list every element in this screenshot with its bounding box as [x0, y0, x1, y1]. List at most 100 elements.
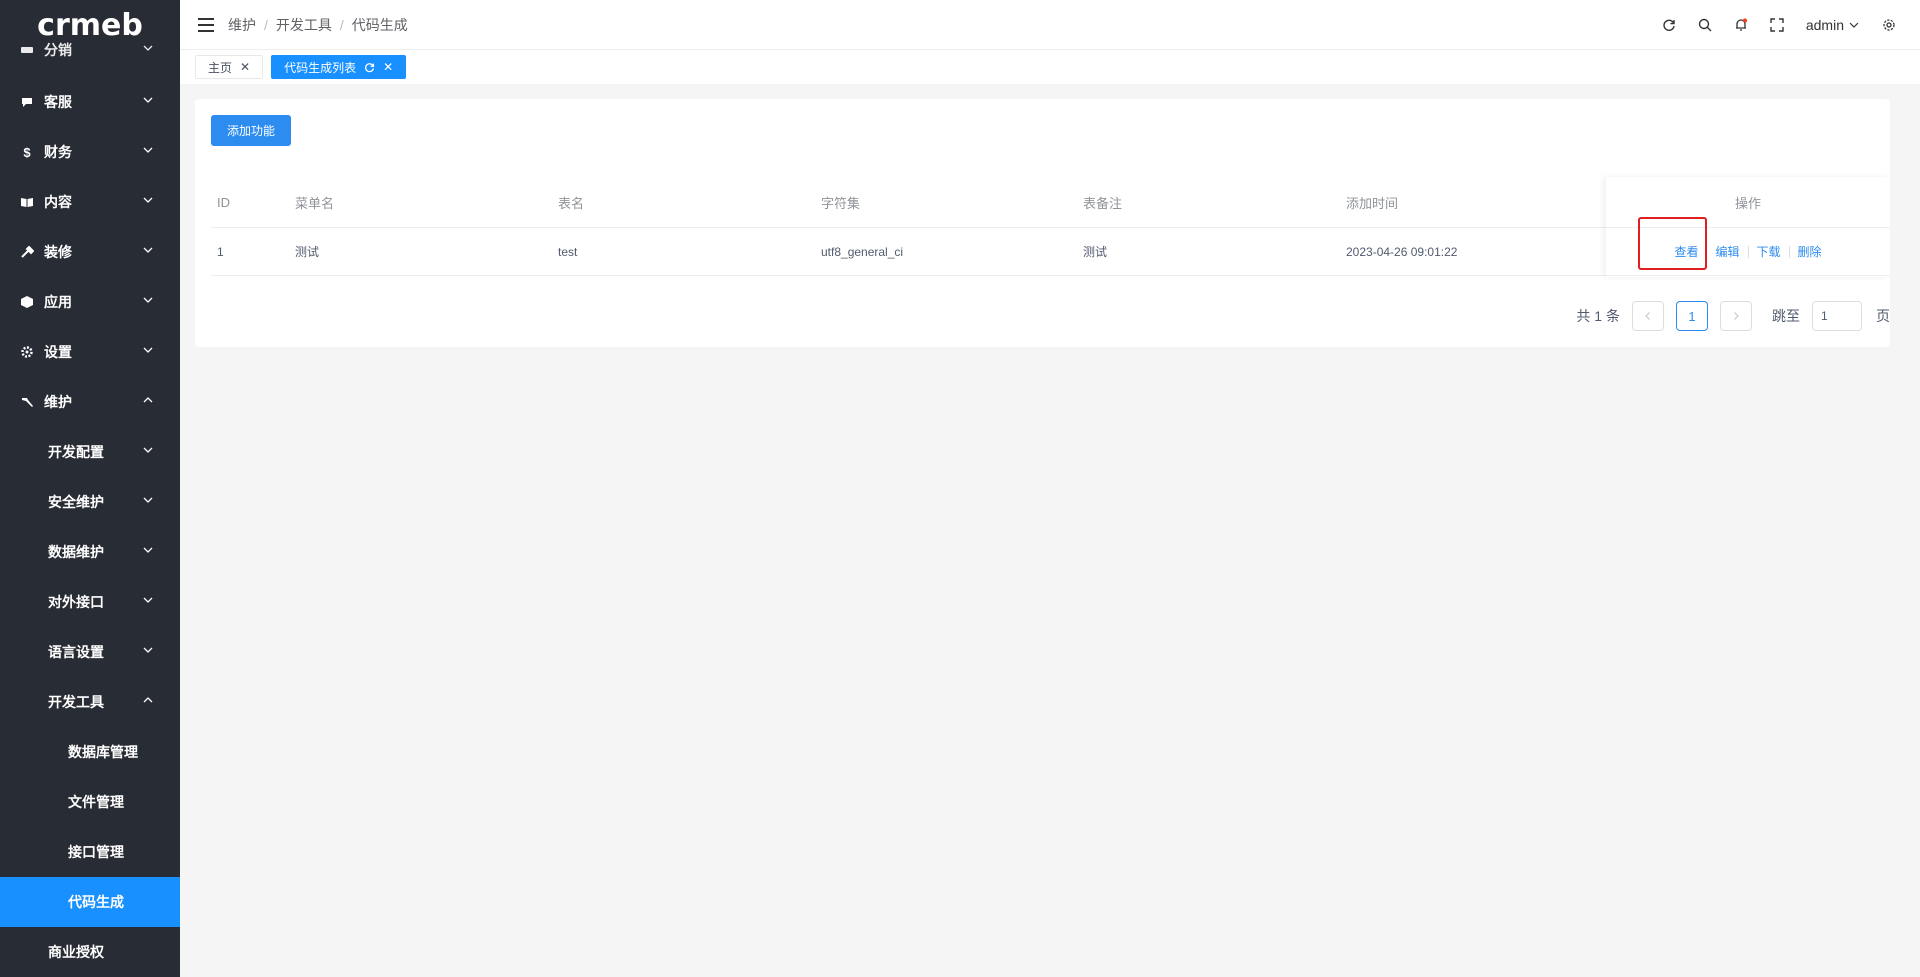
page-suffix: 页	[1876, 308, 1890, 324]
chevron-up-icon	[143, 697, 153, 703]
chevron-right-icon	[1734, 312, 1739, 320]
breadcrumb-current: 代码生成	[351, 16, 408, 33]
book-icon	[20, 195, 34, 209]
sidebar-item-apps[interactable]: 应用	[0, 277, 180, 327]
breadcrumb: 维护 / 开发工具 / 代码生成	[228, 15, 408, 35]
sidebar-item-label: 商业授权	[48, 944, 104, 960]
chevron-left-icon	[1645, 312, 1650, 320]
chevron-down-icon	[143, 547, 153, 553]
sidebar-leaf-codegen[interactable]: 代码生成	[0, 877, 180, 927]
sidebar-item-maintenance[interactable]: 维护	[0, 377, 180, 427]
sidebar-sub-language[interactable]: 语言设置	[0, 627, 180, 677]
chevron-down-icon	[143, 97, 153, 103]
column-header-id: ID	[217, 194, 230, 210]
total-count: 共 1 条	[1576, 308, 1620, 324]
sidebar-sub-data[interactable]: 数据维护	[0, 527, 180, 577]
chevron-down-icon	[143, 247, 153, 253]
sidebar-item-settings[interactable]: 设置	[0, 327, 180, 377]
prev-page-button[interactable]	[1632, 301, 1664, 331]
breadcrumb-item[interactable]: 开发工具	[276, 15, 332, 35]
tab-bar: 主页 ✕ 代码生成列表 ✕	[180, 50, 1920, 84]
close-icon[interactable]: ✕	[240, 60, 250, 74]
sidebar-item-label: 代码生成	[68, 894, 124, 910]
sidebar-item-label: 维护	[44, 394, 72, 410]
cell-time: 2023-04-26 09:01:22	[1346, 244, 1458, 259]
chevron-down-icon	[1849, 22, 1859, 28]
sidebar-item-customer-service[interactable]: 客服	[0, 77, 180, 127]
cell-table: test	[558, 244, 578, 259]
logo[interactable]: crmeb	[0, 0, 180, 50]
search-icon[interactable]	[1698, 18, 1712, 32]
chevron-down-icon	[143, 597, 153, 603]
sidebar-item-license[interactable]: 商业授权	[0, 927, 180, 977]
chevron-down-icon	[143, 197, 153, 203]
sidebar-item-label: 接口管理	[68, 844, 124, 860]
header-actions: admin	[1662, 0, 1896, 50]
bell-icon[interactable]	[1734, 18, 1748, 32]
divider	[1747, 245, 1749, 258]
cell-charset: utf8_general_ci	[821, 244, 904, 259]
edit-link[interactable]: 编辑	[1715, 243, 1739, 260]
sidebar-item-label: 内容	[44, 194, 72, 210]
chevron-up-icon	[143, 397, 153, 403]
sidebar-sub-external-api[interactable]: 对外接口	[0, 577, 180, 627]
column-header-menu: 菜单名	[295, 195, 335, 211]
menu-toggle-icon[interactable]	[198, 17, 214, 32]
breadcrumb-separator: /	[264, 16, 268, 33]
sidebar-leaf-database[interactable]: 数据库管理	[0, 727, 180, 777]
tab-label: 主页	[208, 60, 233, 75]
chevron-down-icon	[143, 447, 153, 453]
page-button-current[interactable]: 1	[1676, 301, 1708, 331]
tab-label: 代码生成列表	[284, 60, 357, 75]
tab-home[interactable]: 主页 ✕	[195, 55, 264, 79]
column-header-remark: 表备注	[1083, 195, 1123, 211]
sidebar-item-label: 文件管理	[68, 794, 124, 810]
chevron-down-icon	[143, 497, 153, 503]
settings-icon[interactable]	[1882, 18, 1896, 32]
breadcrumb-item[interactable]: 维护	[228, 15, 256, 35]
column-header-charset: 字符集	[821, 195, 861, 211]
sidebar-sub-dev-tools[interactable]: 开发工具	[0, 677, 180, 727]
pagination: 共 1 条 1 跳至 1 页	[1576, 301, 1890, 331]
sidebar-item-label: 客服	[44, 94, 72, 110]
chat-icon	[20, 95, 34, 109]
username: admin	[1805, 17, 1844, 33]
sidebar-item-decoration[interactable]: 装修	[0, 227, 180, 277]
next-page-button[interactable]	[1720, 301, 1752, 331]
refresh-icon[interactable]	[1662, 18, 1676, 32]
fullscreen-icon[interactable]	[1770, 18, 1784, 32]
user-menu[interactable]: admin	[1806, 17, 1860, 33]
hammer-icon	[20, 395, 34, 409]
cube-icon	[20, 295, 34, 309]
delete-link[interactable]: 删除	[1798, 243, 1822, 260]
add-function-button[interactable]: 添加功能	[211, 115, 291, 146]
download-link[interactable]: 下载	[1757, 243, 1781, 260]
sidebar-sub-security[interactable]: 安全维护	[0, 477, 180, 527]
cell-menu: 测试	[295, 245, 320, 259]
close-icon[interactable]: ✕	[383, 60, 393, 74]
sidebar-item-content[interactable]: 内容	[0, 177, 180, 227]
chevron-down-icon	[143, 297, 153, 303]
chevron-down-icon	[143, 147, 153, 153]
sidebar-item-label: 数据库管理	[68, 744, 138, 760]
refresh-icon[interactable]	[364, 62, 375, 73]
tools-icon	[20, 245, 34, 259]
jump-label: 跳至	[1772, 308, 1800, 324]
column-header-time: 添加时间	[1346, 195, 1399, 211]
sidebar-leaf-api[interactable]: 接口管理	[0, 827, 180, 877]
jump-page-input[interactable]: 1	[1812, 301, 1862, 331]
sidebar-item-finance[interactable]: $ 财务	[0, 127, 180, 177]
header: 维护 / 开发工具 / 代码生成 admin	[180, 0, 1920, 50]
highlight-box	[1638, 217, 1707, 270]
tab-codegen-list[interactable]: 代码生成列表 ✕	[271, 55, 407, 79]
sidebar-item-label: 应用	[44, 294, 72, 310]
dollar-icon: $	[23, 144, 31, 160]
sidebar-leaf-files[interactable]: 文件管理	[0, 777, 180, 827]
sidebar: 分销 客服 $ 财务 内容 装修 应用 设置 维护 开发配置 安全维护 数据维护…	[0, 0, 180, 977]
divider	[1788, 245, 1790, 258]
sidebar-sub-dev-config[interactable]: 开发配置	[0, 427, 180, 477]
logo-text: crmeb	[37, 7, 143, 43]
sidebar-item-label: 设置	[44, 344, 72, 360]
column-header-table: 表名	[558, 195, 585, 211]
gear-icon	[20, 345, 34, 359]
